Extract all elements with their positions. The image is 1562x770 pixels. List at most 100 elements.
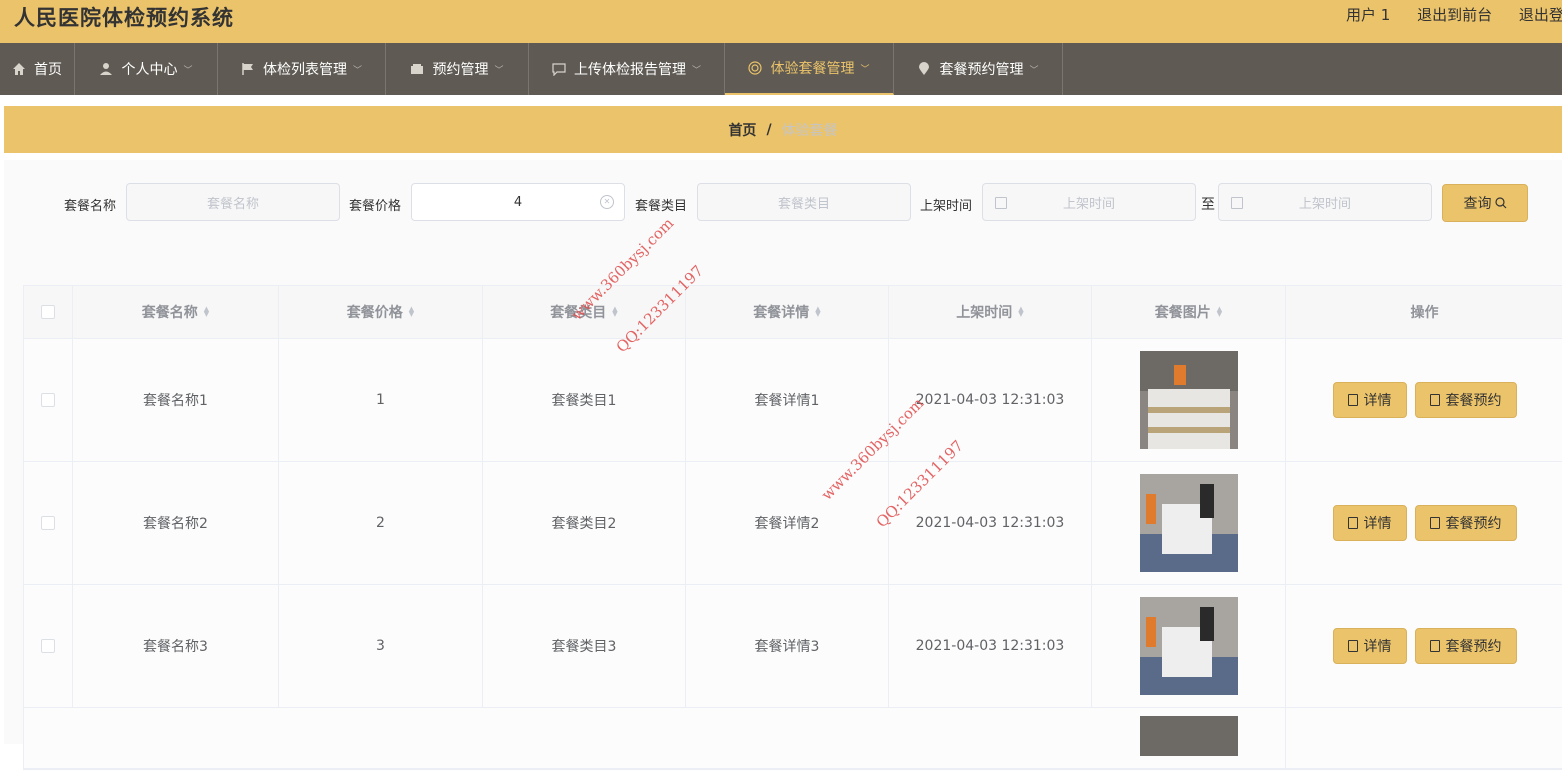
- calendar-icon: [1231, 197, 1243, 209]
- table-row: [24, 708, 1562, 769]
- col-header-actions: 操作: [1410, 305, 1439, 321]
- col-header-category[interactable]: 套餐类目 ▲ ▼: [483, 286, 686, 338]
- time-range-separator: 至: [1201, 197, 1215, 213]
- time-end-input[interactable]: 上架时间: [1218, 183, 1432, 221]
- package-table: 套餐名称 ▲ ▼ 套餐价格 ▲ ▼ 套餐类目 ▲ ▼ 套餐详情 ▲ ▼ 上架时间 ▲ ▼ 套餐图片 ▲…: [23, 285, 1562, 770]
- document-icon: [1429, 640, 1440, 652]
- cell-time: 2021-04-03 12:31:03: [889, 585, 1092, 707]
- category-input[interactable]: 套餐类目: [697, 183, 911, 221]
- name-input[interactable]: 套餐名称: [126, 183, 340, 221]
- location-icon: [919, 62, 930, 75]
- sort-icon[interactable]: ▲ ▼: [409, 306, 414, 318]
- cell-time: 2021-04-03 12:31:03: [889, 462, 1092, 584]
- document-icon: [1429, 517, 1440, 529]
- package-image[interactable]: [1139, 351, 1238, 449]
- package-image[interactable]: [1139, 474, 1238, 572]
- chevron-down-icon: ﹀: [494, 65, 504, 76]
- cell-detail: 套餐详情3: [686, 585, 889, 707]
- sort-icon[interactable]: ▲ ▼: [815, 306, 820, 318]
- query-button[interactable]: 查询: [1442, 184, 1528, 222]
- document-icon: [1347, 517, 1358, 529]
- search-icon: [1494, 197, 1506, 209]
- col-header-time[interactable]: 上架时间 ▲ ▼: [889, 286, 1092, 338]
- wallet-icon: [411, 64, 424, 74]
- main-nav: 首页 个人中心 ﹀ 体检列表管理 ﹀ 预约管理 ﹀ 上传体检报告管理 ﹀ 体验套餐管理 ﹀…: [0, 43, 1562, 95]
- sort-icon[interactable]: ▲ ▼: [204, 306, 209, 318]
- target-icon: [748, 61, 763, 75]
- cell-name: 套餐名称2: [73, 462, 279, 584]
- app-title: 人民医院体检预约系统: [14, 6, 234, 30]
- category-label: 套餐类目: [635, 199, 688, 214]
- cell-category: 套餐类目2: [483, 462, 686, 584]
- time-label: 上架时间: [920, 199, 973, 214]
- calendar-icon: [995, 197, 1007, 209]
- nav-item-exam-list[interactable]: 体检列表管理 ﹀: [218, 43, 386, 95]
- user-icon: [100, 63, 113, 75]
- clear-icon[interactable]: ✕: [600, 195, 614, 209]
- detail-button[interactable]: 详情: [1332, 505, 1407, 541]
- select-all-checkbox[interactable]: [41, 305, 55, 319]
- nav-item-package-bookings[interactable]: 套餐预约管理 ﹀: [894, 43, 1063, 95]
- detail-button[interactable]: 详情: [1332, 628, 1407, 664]
- document-icon: [1347, 394, 1358, 406]
- document-icon: [1429, 394, 1440, 406]
- row-checkbox[interactable]: [41, 639, 55, 653]
- breadcrumb-separator: /: [766, 121, 772, 138]
- col-header-image[interactable]: 套餐图片 ▲ ▼: [1092, 286, 1286, 338]
- home-icon: [13, 63, 25, 75]
- select-all-cell: [24, 286, 73, 338]
- nav-item-home[interactable]: 首页: [0, 43, 75, 95]
- nav-item-personal-center[interactable]: 个人中心 ﹀: [75, 43, 218, 95]
- nav-item-upload-reports[interactable]: 上传体检报告管理 ﹀: [529, 43, 725, 95]
- chevron-down-icon: ﹀: [183, 65, 193, 76]
- breadcrumb-home[interactable]: 首页: [728, 120, 756, 140]
- col-header-name[interactable]: 套餐名称 ▲ ▼: [73, 286, 279, 338]
- book-package-button[interactable]: 套餐预约: [1414, 628, 1517, 664]
- cell-detail: 套餐详情2: [686, 462, 889, 584]
- logout-link[interactable]: 退出登: [1519, 6, 1562, 24]
- cell-price: 2: [279, 462, 483, 584]
- col-header-detail[interactable]: 套餐详情 ▲ ▼: [686, 286, 889, 338]
- breadcrumb: 首页 / 体验套餐: [4, 106, 1562, 153]
- price-label: 套餐价格: [349, 199, 402, 214]
- cell-price: 3: [279, 585, 483, 707]
- price-input[interactable]: 4 ✕: [411, 183, 625, 221]
- book-package-button[interactable]: 套餐预约: [1414, 382, 1517, 418]
- chevron-down-icon: ﹀: [1029, 65, 1039, 76]
- time-start-input[interactable]: 上架时间: [982, 183, 1196, 221]
- row-checkbox[interactable]: [41, 516, 55, 530]
- cell-price: 1: [279, 339, 483, 461]
- cell-detail: 套餐详情1: [686, 339, 889, 461]
- table-header: 套餐名称 ▲ ▼ 套餐价格 ▲ ▼ 套餐类目 ▲ ▼ 套餐详情 ▲ ▼ 上架时间 ▲ ▼ 套餐图片 ▲…: [24, 286, 1562, 339]
- table-row: 套餐名称2 2 套餐类目2 套餐详情2 2021-04-03 12:31:03 …: [24, 462, 1562, 585]
- row-checkbox[interactable]: [41, 393, 55, 407]
- nav-item-appointments[interactable]: 预约管理 ﹀: [386, 43, 529, 95]
- book-package-button[interactable]: 套餐预约: [1414, 505, 1517, 541]
- breadcrumb-current: 体验套餐: [781, 122, 838, 139]
- chevron-down-icon: ﹀: [352, 65, 362, 76]
- detail-button[interactable]: 详情: [1332, 382, 1407, 418]
- package-image[interactable]: [1139, 716, 1238, 756]
- document-icon: [1347, 640, 1358, 652]
- flag-icon: [242, 63, 253, 75]
- package-image[interactable]: [1139, 597, 1238, 695]
- col-header-price[interactable]: 套餐价格 ▲ ▼: [279, 286, 483, 338]
- sort-icon[interactable]: ▲ ▼: [612, 306, 617, 318]
- chevron-down-icon: ﹀: [691, 65, 701, 76]
- sort-icon[interactable]: ▲ ▼: [1217, 306, 1222, 318]
- header-user-area: 用户 1 退出到前台 退出登: [1346, 4, 1562, 25]
- app-header: 人民医院体检预约系统 用户 1 退出到前台 退出登: [0, 0, 1562, 43]
- exit-to-front-link[interactable]: 退出到前台: [1417, 6, 1492, 24]
- nav-item-packages[interactable]: 体验套餐管理 ﹀: [725, 43, 894, 95]
- cell-category: 套餐类目3: [483, 585, 686, 707]
- main-content: 套餐名称 套餐名称 套餐价格 4 ✕ 套餐类目 套餐类目 上架时间 上架时间 至…: [4, 160, 1562, 770]
- cell-name: 套餐名称1: [73, 339, 279, 461]
- chat-icon: [552, 63, 566, 76]
- chevron-down-icon: ﹀: [860, 64, 870, 75]
- cell-name: 套餐名称3: [73, 585, 279, 707]
- cell-category: 套餐类目1: [483, 339, 686, 461]
- current-user[interactable]: 用户 1: [1346, 6, 1390, 24]
- table-row: 套餐名称3 3 套餐类目3 套餐详情3 2021-04-03 12:31:03 …: [24, 585, 1562, 708]
- sort-icon[interactable]: ▲ ▼: [1018, 306, 1023, 318]
- table-row: 套餐名称1 1 套餐类目1 套餐详情1 2021-04-03 12:31:03 …: [24, 339, 1562, 462]
